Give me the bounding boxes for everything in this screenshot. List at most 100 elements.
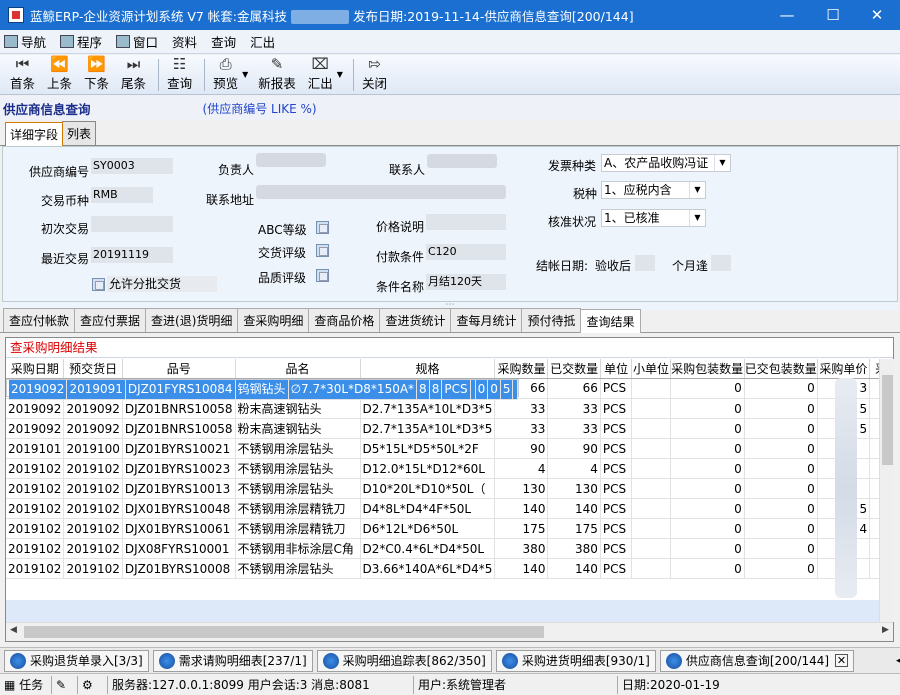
scroll-thumb[interactable]: [882, 375, 893, 465]
table-row[interactable]: 2019102 2019102 DJZ01BYRS10013 不锈钢用涂层钻头 D10*…: [6, 478, 893, 499]
window-tab-supplier-query[interactable]: 供应商信息查询[200/144] ✕: [659, 649, 855, 672]
settle-months-field[interactable]: [635, 255, 655, 271]
grid-icon: ▦: [4, 677, 16, 692]
invoice-type-select[interactable]: A、农产品收购冯证 ▼: [601, 154, 731, 172]
approve-status-select[interactable]: 1、已核准 ▼: [601, 209, 706, 227]
tab-payable-notes[interactable]: 查应付票据: [74, 308, 147, 332]
settings-icon[interactable]: ⚙: [78, 675, 108, 694]
close-button[interactable]: ⇰ 关闭: [358, 56, 391, 94]
prev-record-button[interactable]: ⏪ 上条: [43, 56, 76, 94]
table-row[interactable]: 2019101 2019100 DJZ01BYRS10021 不锈钢用涂层钻头 D5*1…: [6, 438, 893, 459]
settle-day-field[interactable]: [711, 255, 731, 271]
owner-field[interactable]: [256, 153, 326, 167]
column-header[interactable]: 规格: [360, 359, 496, 379]
tab-list[interactable]: 列表: [62, 121, 97, 145]
contact-field[interactable]: [427, 154, 497, 168]
tab-detail-fields[interactable]: 详细字段: [5, 122, 64, 146]
first-trade-field[interactable]: [91, 216, 173, 232]
table-row[interactable]: 2019102 2019102 DJX01BYRS10061 不锈钢用涂层精铣刀 D6*…: [6, 518, 893, 539]
last-trade-field[interactable]: 20191119: [91, 247, 173, 263]
window-tab-requisition[interactable]: 需求请购明细表[237/1]: [152, 649, 313, 672]
menu-window[interactable]: 窗口: [116, 32, 158, 51]
minimize-button[interactable]: —: [764, 0, 810, 30]
tab-receipt-stats[interactable]: 查进货统计: [379, 308, 452, 332]
table-row[interactable]: 2019092 2019091 DJZ01FYRS10084 钨钢钻头 ∅7.7*30L…: [6, 378, 520, 400]
column-header[interactable]: 采购单价: [817, 359, 871, 379]
tab-receipt-details[interactable]: 查进(退)货明细: [145, 308, 239, 332]
allow-batch-delivery-checkbox[interactable]: [92, 278, 105, 291]
table-row[interactable]: 2019102 2019102 DJZ01BYRS10008 不锈钢用涂层钻头 D3.6…: [6, 558, 893, 579]
column-header[interactable]: 小单位: [631, 359, 671, 379]
month-day-label: 个月逢: [672, 259, 709, 273]
new-report-button[interactable]: ✎ 新报表: [254, 56, 300, 94]
maximize-button[interactable]: ☐: [810, 0, 856, 30]
currency-field[interactable]: RMB: [91, 187, 153, 203]
next-record-button[interactable]: ⏩ 下条: [80, 56, 113, 94]
query-filter: (供应商编号 LIKE %): [202, 101, 317, 116]
query-button[interactable]: ☷ 查询: [163, 56, 196, 94]
tax-select[interactable]: 1、应税内含 ▼: [601, 181, 706, 199]
table-row[interactable]: 2019092 2019092 DJZ01BNRS10058 粉末高速钢钻头 D2.7*…: [6, 398, 893, 419]
table-row[interactable]: 2019102 2019102 DJZ01BYRS10023 不锈钢用涂层钻头 D12.…: [6, 458, 893, 479]
close-icon[interactable]: ✕: [835, 654, 849, 667]
window-tab-purchase-tracking[interactable]: 采购明细追踪表[862/350]: [316, 649, 492, 672]
tab-payables[interactable]: 查应付帐款: [3, 308, 76, 332]
table-row[interactable]: 2019102 2019102 DJX01BYRS10048 不锈钢用涂层精铣刀 D4*…: [6, 498, 893, 519]
preview-button[interactable]: ⎙ 预览: [209, 56, 242, 94]
column-header[interactable]: 品名: [235, 359, 361, 379]
first-record-button[interactable]: ⏮ 首条: [6, 56, 39, 94]
payment-terms-field[interactable]: C120: [426, 244, 506, 260]
table-cell: DJZ01FYRS10084: [125, 379, 236, 400]
tabs-prev-icon[interactable]: ◀: [896, 656, 900, 666]
preview-dropdown-icon[interactable]: ▼: [242, 70, 248, 79]
price-note-field[interactable]: [426, 214, 506, 230]
table-row[interactable]: 2019092 2019092 DJZ01BNRS10058 粉末高速钢钻头 D2.7*…: [6, 418, 893, 439]
condition-name-field[interactable]: 月结120天: [426, 274, 506, 290]
table-cell: 2019102: [63, 558, 123, 579]
horizontal-scrollbar[interactable]: ◀ ▶: [6, 622, 893, 641]
table-cell: 2019102: [6, 518, 65, 539]
scroll-right-icon[interactable]: ▶: [882, 625, 889, 635]
quality-rating-label: 品质评级: [258, 271, 307, 285]
scroll-thumb[interactable]: [24, 626, 544, 638]
menu-data[interactable]: 资料: [172, 32, 197, 51]
close-window-button[interactable]: ✕: [854, 0, 900, 30]
quality-rating-checkbox[interactable]: [316, 269, 329, 282]
supplier-no-field[interactable]: SY0003: [91, 158, 173, 174]
scroll-left-icon[interactable]: ◀: [10, 625, 17, 635]
edit-icon[interactable]: ✎: [52, 675, 78, 694]
table-row[interactable]: 2019102 2019102 DJX08FYRS10001 不锈钢用非标涂层C角 D2…: [6, 538, 893, 559]
tab-product-prices[interactable]: 查商品价格: [308, 308, 381, 332]
table-cell: 175: [547, 518, 601, 539]
column-header[interactable]: 采购包装数量: [670, 359, 745, 379]
window-tab-purchase-receipt[interactable]: 采购进货明细表[930/1]: [495, 649, 656, 672]
task-button[interactable]: ▦ 任务: [0, 675, 52, 694]
menu-program[interactable]: 程序: [60, 32, 102, 51]
menu-query[interactable]: 查询: [211, 32, 236, 51]
last-record-button[interactable]: ⏭ 尾条: [117, 56, 150, 94]
menu-navigation[interactable]: 导航: [4, 32, 46, 51]
menu-export[interactable]: 汇出: [250, 32, 275, 51]
table-cell: 0: [670, 378, 745, 399]
tab-prepaid-offset[interactable]: 预付待抵: [521, 308, 582, 332]
export-dropdown-icon[interactable]: ▼: [337, 70, 343, 79]
column-header[interactable]: 已交数量: [547, 359, 601, 379]
abc-grade-checkbox[interactable]: [316, 221, 329, 234]
column-header[interactable]: 采购日期: [6, 359, 65, 379]
export-button[interactable]: ⌧ 汇出: [304, 56, 337, 94]
tab-purchase-details[interactable]: 查采购明细: [237, 308, 310, 332]
view-tabs: 详细字段 列表: [0, 121, 900, 146]
column-header[interactable]: 预交货日: [63, 359, 123, 379]
column-header[interactable]: 已交包装数量: [744, 359, 818, 379]
window-tab-purchase-return[interactable]: 采购退货单录入[3/3]: [4, 649, 149, 672]
column-header[interactable]: 品号: [122, 359, 236, 379]
column-header[interactable]: 采购数量: [494, 359, 549, 379]
column-header[interactable]: 单位: [600, 359, 633, 379]
address-field[interactable]: [256, 185, 506, 199]
tab-query-results[interactable]: 查询结果: [580, 309, 641, 333]
globe-icon: [158, 652, 175, 669]
preview-icon: ⎙: [219, 55, 232, 73]
vertical-scrollbar[interactable]: [879, 359, 894, 622]
delivery-rating-checkbox[interactable]: [316, 244, 329, 257]
tab-monthly-stats[interactable]: 查每月统计: [450, 308, 523, 332]
